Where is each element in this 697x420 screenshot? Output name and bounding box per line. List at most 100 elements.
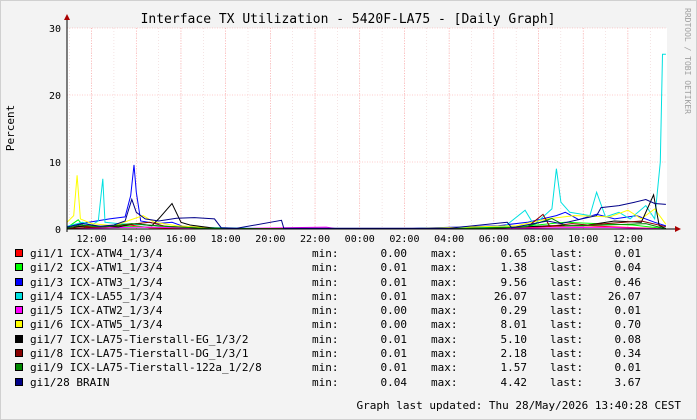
- legend-max-label: max:: [431, 275, 458, 289]
- y-axis-label: Percent: [4, 105, 17, 151]
- legend-max-value: 8.01: [500, 318, 528, 332]
- legend-row: gi1/1 ICX-ATW4_1/3/4 min: 0.00 max: 0.65 last…: [15, 247, 695, 261]
- chart-canvas: Interface TX Utilization - 5420F-LA75 - …: [4, 8, 692, 245]
- legend-min-value: 0.01: [380, 332, 408, 346]
- legend-last-value: 0.34: [614, 347, 642, 361]
- y-tick-label: 0: [55, 225, 61, 236]
- legend-max-value: 1.38: [500, 261, 528, 275]
- legend-series-name: gi1/3 ICX-ATW3_1/3/4: [30, 275, 163, 289]
- legend-swatch: [15, 363, 23, 372]
- y-tick-label: 30: [49, 24, 61, 35]
- legend-swatch: [15, 249, 23, 257]
- legend-series-name: gi1/9 ICX-LA75-Tierstall-122a_1/2/8: [30, 361, 262, 375]
- x-tick-label: 12:00: [613, 234, 643, 245]
- legend-last-value: 0.01: [614, 304, 642, 318]
- legend-min-label: min:: [312, 275, 339, 289]
- chart-title: Interface TX Utilization - 5420F-LA75 - …: [141, 12, 556, 27]
- x-tick-label: 10:00: [568, 234, 598, 245]
- y-tick-label: 10: [49, 158, 61, 169]
- legend-max-label: max:: [431, 304, 458, 318]
- legend-last-label: last:: [550, 289, 584, 303]
- legend-min-label: min:: [312, 361, 339, 375]
- legend-max-value: 26.07: [493, 289, 527, 303]
- legend-series-name: gi1/4 ICX-LA55_1/3/4: [30, 289, 163, 303]
- legend-max-label: max:: [431, 347, 458, 361]
- legend-row: gi1/7 ICX-LA75-Tierstall-EG_1/3/2 min: 0.0…: [15, 333, 695, 347]
- legend-last-label: last:: [550, 318, 584, 332]
- x-axis-arrow: [675, 226, 681, 232]
- legend-row: gi1/8 ICX-LA75-Tierstall-DG_1/3/1 min: 0.0…: [15, 347, 695, 361]
- legend-last-value: 0.04: [614, 261, 642, 275]
- legend-max-value: 2.18: [500, 347, 528, 361]
- x-tick-label: 18:00: [211, 234, 241, 245]
- x-tick-label: 22:00: [300, 234, 330, 245]
- legend-last-label: last:: [550, 332, 584, 346]
- legend-swatch: [15, 277, 23, 286]
- legend-min-value: 0.01: [380, 261, 408, 275]
- legend-min-value: 0.01: [380, 275, 408, 289]
- legend-min-value: 0.00: [380, 318, 408, 332]
- y-axis-arrow: [64, 14, 70, 20]
- x-tick-label: 06:00: [479, 234, 509, 245]
- x-tick-label: 08:00: [523, 234, 553, 245]
- legend-series-name: gi1/28 BRAIN: [30, 375, 110, 389]
- legend-row: gi1/6 ICX-ATW5_1/3/4 min: 0.00 max: 8.01 last…: [15, 318, 695, 332]
- legend-max-value: 0.29: [500, 304, 528, 318]
- legend-row: gi1/3 ICX-ATW3_1/3/4 min: 0.01 max: 9.56 last…: [15, 276, 695, 290]
- legend: gi1/1 ICX-ATW4_1/3/4 min: 0.00 max: 0.65 last…: [15, 247, 695, 390]
- legend-last-label: last:: [550, 375, 584, 389]
- legend-min-value: 0.00: [380, 247, 408, 260]
- legend-last-label: last:: [550, 261, 584, 275]
- x-tick-label: 02:00: [389, 234, 419, 245]
- legend-max-value: 1.57: [500, 361, 528, 375]
- legend-max-value: 5.10: [500, 332, 528, 346]
- legend-max-label: max:: [431, 332, 458, 346]
- legend-min-label: min:: [312, 347, 339, 361]
- legend-last-label: last:: [550, 347, 584, 361]
- x-tick-label: 00:00: [345, 234, 375, 245]
- legend-swatch: [15, 349, 23, 358]
- legend-series-name: gi1/5 ICX-ATW2_1/3/4: [30, 304, 163, 318]
- x-tick-label: 12:00: [77, 234, 107, 245]
- legend-row: gi1/5 ICX-ATW2_1/3/4 min: 0.00 max: 0.29 last…: [15, 304, 695, 318]
- legend-series-name: gi1/6 ICX-ATW5_1/3/4: [30, 318, 163, 332]
- legend-min-value: 0.01: [380, 361, 408, 375]
- legend-last-value: 0.01: [614, 361, 642, 375]
- rrdtool-credit: RRDTOOL / TOBI OETIKER: [683, 8, 692, 114]
- legend-min-label: min:: [312, 261, 339, 275]
- legend-swatch: [15, 291, 23, 300]
- legend-last-label: last:: [550, 304, 584, 318]
- legend-max-label: max:: [431, 289, 458, 303]
- legend-swatch: [15, 320, 23, 329]
- legend-last-value: 0.08: [614, 332, 642, 346]
- legend-last-value: 0.70: [614, 318, 642, 332]
- legend-swatch: [15, 334, 23, 343]
- legend-max-label: max:: [431, 361, 458, 375]
- legend-min-value: 0.01: [380, 289, 408, 303]
- legend-last-value: 0.01: [614, 247, 642, 260]
- legend-row: gi1/9 ICX-LA75-Tierstall-122a_1/2/8 min: 0…: [15, 361, 695, 375]
- legend-min-label: min:: [312, 289, 339, 303]
- legend-max-label: max:: [431, 261, 458, 275]
- legend-row: gi1/2 ICX-ATW1_1/3/4 min: 0.01 max: 1.38 last…: [15, 261, 695, 275]
- x-tick-label: 16:00: [166, 234, 196, 245]
- legend-series-name: gi1/7 ICX-LA75-Tierstall-EG_1/3/2: [30, 332, 249, 346]
- legend-max-value: 0.65: [500, 247, 528, 260]
- last-updated-text: Graph last updated: Thu 28/May/2026 13:4…: [356, 399, 681, 412]
- legend-last-value: 26.07: [607, 289, 641, 303]
- legend-series-name: gi1/1 ICX-ATW4_1/3/4: [30, 247, 163, 260]
- legend-swatch: [15, 263, 23, 272]
- legend-last-value: 0.46: [614, 275, 642, 289]
- legend-series-name: gi1/8 ICX-LA75-Tierstall-DG_1/3/1: [30, 347, 249, 361]
- legend-row: gi1/28 BRAIN min: 0.04 max: 4.42 last: 3.67: [15, 376, 695, 390]
- legend-last-label: last:: [550, 247, 584, 260]
- legend-max-label: max:: [431, 247, 458, 260]
- x-tick-label: 14:00: [121, 234, 151, 245]
- y-tick-label: 20: [49, 91, 61, 102]
- legend-swatch: [15, 306, 23, 315]
- legend-swatch: [15, 377, 23, 386]
- legend-last-value: 3.67: [614, 375, 642, 389]
- legend-max-label: max:: [431, 375, 458, 389]
- legend-min-value: 0.01: [380, 347, 408, 361]
- legend-last-label: last:: [550, 361, 584, 375]
